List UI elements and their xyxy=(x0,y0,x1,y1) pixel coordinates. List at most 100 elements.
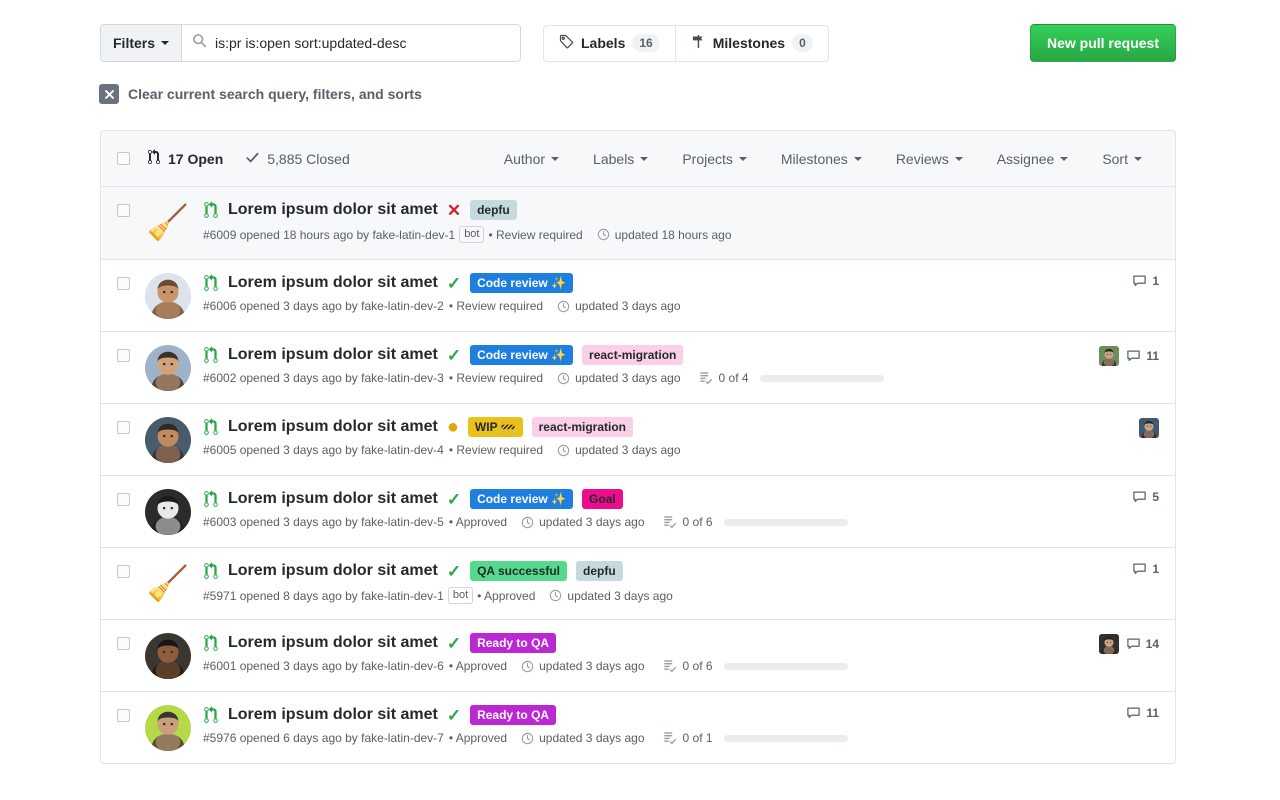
comment-icon xyxy=(1132,562,1147,576)
ci-status-pass-icon[interactable]: ✓ xyxy=(447,275,461,292)
assignee-avatar[interactable] xyxy=(1099,346,1120,366)
label-badge[interactable]: Ready to QA xyxy=(470,633,557,653)
user-avatar[interactable] xyxy=(145,417,191,463)
row-checkbox[interactable] xyxy=(117,565,130,578)
closed-filter[interactable]: 5,885 Closed xyxy=(245,150,350,168)
row-checkbox[interactable] xyxy=(117,349,130,362)
label-badge[interactable]: QA successful xyxy=(470,561,567,581)
labels-button[interactable]: Labels 16 xyxy=(544,26,675,61)
label-badge[interactable]: depfu xyxy=(470,200,517,220)
assignee-avatar[interactable] xyxy=(1098,634,1119,654)
comment-count[interactable]: 1 xyxy=(1132,562,1159,576)
row-checkbox[interactable] xyxy=(117,637,130,650)
row-content: Lorem ipsum dolor sit amet ✓ QA successful… xyxy=(203,560,1132,604)
row-right-meta xyxy=(1139,416,1159,438)
row-meta-line: #6003 opened 3 days ago by fake-latin-de… xyxy=(203,515,1132,529)
row-title-link[interactable]: Lorem ipsum dolor sit amet xyxy=(228,274,438,292)
ci-status-pass-icon[interactable]: ✓ xyxy=(447,707,461,724)
filters-button[interactable]: Filters xyxy=(101,25,183,61)
comment-icon xyxy=(1132,490,1147,504)
table-row[interactable]: Lorem ipsum dolor sit amet ✓ Ready to QA #6… xyxy=(101,619,1175,691)
filter-menu-milestones[interactable]: Milestones xyxy=(764,151,879,167)
row-title-link[interactable]: Lorem ipsum dolor sit amet xyxy=(228,634,438,652)
row-checkbox[interactable] xyxy=(117,277,130,290)
assignee-avatar[interactable] xyxy=(1139,418,1159,438)
label-badge[interactable]: depfu xyxy=(575,561,623,581)
row-title-link[interactable]: Lorem ipsum dolor sit amet xyxy=(228,562,438,580)
row-title-line: Lorem ipsum dolor sit amet ✓ Code review ✨… xyxy=(203,489,1132,509)
table-row[interactable]: 🧹 Lorem ipsum dolor sit amet ✕ depfu #6009 o… xyxy=(101,187,1175,259)
comment-count[interactable]: 11 xyxy=(1126,706,1159,720)
labels-milestones-group: Labels 16 Milestones 0 xyxy=(543,24,829,62)
label-badge[interactable]: Code review ✨ xyxy=(470,345,574,365)
ci-status-pass-icon[interactable]: ✓ xyxy=(447,563,461,580)
table-row[interactable]: 🧹 Lorem ipsum dolor sit amet ✓ QA successfu… xyxy=(101,547,1175,619)
close-icon xyxy=(99,84,119,104)
ci-status-pending-icon[interactable]: ● xyxy=(447,417,459,437)
filter-menu-author[interactable]: Author xyxy=(487,151,576,167)
broom-emoji-avatar[interactable]: 🧹 xyxy=(145,200,191,246)
row-title-line: Lorem ipsum dolor sit amet ✓ Code review ✨ xyxy=(203,273,1132,293)
label-badge[interactable]: Ready to QA xyxy=(470,705,557,725)
row-checkbox[interactable] xyxy=(117,493,130,506)
filter-menu-projects[interactable]: Projects xyxy=(665,151,764,167)
labels-button-label: Labels xyxy=(581,35,626,51)
user-avatar[interactable] xyxy=(145,345,191,391)
table-row[interactable]: Lorem ipsum dolor sit amet ✓ Code review ✨… xyxy=(101,259,1175,331)
row-right-meta: 11 xyxy=(1099,344,1159,366)
pull-request-list: 17 Open 5,885 Closed Author Labels Project… xyxy=(100,130,1176,764)
milestones-button[interactable]: Milestones 0 xyxy=(674,25,828,61)
search-input[interactable]: is:pr is:open sort:updated-desc xyxy=(182,25,520,61)
row-checkbox[interactable] xyxy=(117,421,130,434)
user-avatar[interactable] xyxy=(145,489,191,535)
label-badge[interactable]: WIP 🚧 xyxy=(467,417,523,437)
comment-count[interactable]: 1 xyxy=(1132,274,1159,288)
row-task-progress: 0 of 6 xyxy=(663,659,848,673)
row-title-line: Lorem ipsum dolor sit amet ✕ depfu xyxy=(203,200,1159,220)
row-checkbox[interactable] xyxy=(117,709,130,722)
filter-menu-assignee[interactable]: Assignee xyxy=(980,151,1086,167)
clear-search-query-button[interactable]: Clear current search query, filters, and… xyxy=(99,84,422,104)
filter-menu-reviews[interactable]: Reviews xyxy=(879,151,980,167)
row-updated-label: updated 3 days ago xyxy=(575,443,681,457)
label-badge[interactable]: Goal xyxy=(582,489,623,509)
user-avatar[interactable] xyxy=(145,633,191,679)
row-title-link[interactable]: Lorem ipsum dolor sit amet xyxy=(228,201,438,219)
row-title-link[interactable]: Lorem ipsum dolor sit amet xyxy=(228,346,438,364)
label-badge[interactable]: Code review ✨ xyxy=(470,489,574,509)
user-avatar[interactable] xyxy=(145,273,191,319)
row-checkbox[interactable] xyxy=(117,204,130,217)
filter-menu-labels[interactable]: Labels xyxy=(576,151,665,167)
filter-menu-sort[interactable]: Sort xyxy=(1085,151,1159,167)
broom-emoji-avatar[interactable]: 🧹 xyxy=(145,561,191,607)
table-row[interactable]: Lorem ipsum dolor sit amet ✓ Code review ✨… xyxy=(101,475,1175,547)
row-updated-label: updated 3 days ago xyxy=(575,299,681,313)
row-title-link[interactable]: Lorem ipsum dolor sit amet xyxy=(228,706,438,724)
task-progress-bar xyxy=(723,662,848,670)
user-avatar[interactable] xyxy=(145,705,191,751)
new-pull-request-button[interactable]: New pull request xyxy=(1029,24,1176,62)
select-all-checkbox[interactable] xyxy=(117,152,130,165)
row-title-link[interactable]: Lorem ipsum dolor sit amet xyxy=(228,490,438,508)
row-review-status: • Approved xyxy=(448,659,508,673)
comment-count[interactable]: 14 xyxy=(1126,637,1159,651)
label-badge[interactable]: react-migration xyxy=(582,345,684,365)
table-row[interactable]: Lorem ipsum dolor sit amet ✓ Ready to QA #5… xyxy=(101,691,1175,763)
label-badge[interactable]: Code review ✨ xyxy=(470,273,574,293)
row-content: Lorem ipsum dolor sit amet ✓ Ready to QA #6… xyxy=(203,632,1099,673)
label-badge[interactable]: react-migration xyxy=(531,417,633,437)
comment-count[interactable]: 11 xyxy=(1126,349,1159,363)
open-filter[interactable]: 17 Open xyxy=(147,149,223,168)
ci-status-pass-icon[interactable]: ✓ xyxy=(447,347,461,364)
row-content: Lorem ipsum dolor sit amet ✕ depfu #6009 op… xyxy=(203,199,1159,243)
comment-count[interactable]: 5 xyxy=(1132,490,1159,504)
pull-request-icon xyxy=(203,634,219,652)
comment-count-label: 14 xyxy=(1145,637,1159,651)
ci-status-pass-icon[interactable]: ✓ xyxy=(447,635,461,652)
row-title-link[interactable]: Lorem ipsum dolor sit amet xyxy=(228,418,438,436)
row-updated: updated 18 hours ago xyxy=(597,228,732,242)
table-row[interactable]: Lorem ipsum dolor sit amet ✓ Code review ✨… xyxy=(101,331,1175,403)
ci-status-fail-icon[interactable]: ✕ xyxy=(447,202,461,219)
ci-status-pass-icon[interactable]: ✓ xyxy=(447,491,461,508)
table-row[interactable]: Lorem ipsum dolor sit amet ● WIP 🚧 react-mi… xyxy=(101,403,1175,475)
